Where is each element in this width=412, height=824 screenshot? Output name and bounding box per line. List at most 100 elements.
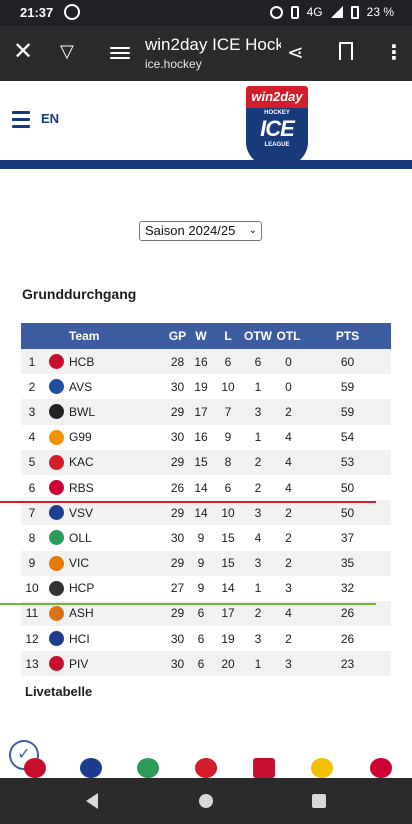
team-logo-icon[interactable] [253, 758, 275, 778]
row-l: 15 [221, 530, 235, 545]
row-l: 6 [224, 354, 232, 369]
bookmark-icon[interactable] [339, 42, 353, 60]
row-w: 6 [197, 656, 205, 671]
team-logo-icon[interactable] [311, 758, 333, 778]
row-otw: 1 [254, 656, 262, 671]
row-gp: 30 [170, 430, 185, 445]
share-icon[interactable]: ⋖ [287, 40, 304, 65]
header-w: W [195, 329, 207, 343]
row-otw: 4 [254, 530, 262, 545]
team-logo-icon [48, 429, 64, 445]
row-otw: 2 [254, 480, 262, 495]
team-logo-icon[interactable] [195, 758, 217, 778]
table-row[interactable]: 1 HCB 28 16 6 6 0 60 [21, 349, 391, 375]
row-w: 6 [197, 606, 205, 621]
back-icon[interactable] [86, 793, 98, 809]
team-logo-icon [48, 656, 64, 672]
row-rank: 9 [28, 556, 36, 571]
team-logo-cell [43, 379, 69, 395]
row-l: 20 [221, 656, 235, 671]
table-row[interactable]: 3 BWL 29 17 7 3 2 59 [21, 399, 391, 425]
live-table-link[interactable]: Livetabelle [25, 684, 92, 699]
row-rank: 4 [28, 430, 36, 445]
status-icons: 4G 23 % [269, 5, 394, 19]
row-gp: 30 [170, 379, 185, 394]
team-logo-cell [43, 605, 69, 621]
page-url: ice.hockey [145, 57, 202, 71]
close-icon[interactable]: ✕ [13, 40, 33, 64]
row-otl: 3 [285, 581, 292, 596]
site-settings-icon[interactable] [110, 44, 130, 62]
team-logo-icon [48, 580, 64, 596]
row-otw: 3 [254, 556, 262, 571]
table-row[interactable]: 4 G99 30 16 9 1 4 54 [21, 425, 391, 450]
team-logo-cell [43, 429, 69, 445]
row-team: HCB [69, 354, 95, 369]
row-rank: 3 [28, 404, 36, 419]
row-pts: 53 [340, 455, 355, 470]
row-l: 17 [221, 606, 235, 621]
row-pts: 59 [340, 379, 355, 394]
team-logo-icon[interactable] [80, 758, 102, 778]
team-logo-icon [48, 454, 64, 470]
row-otl: 2 [285, 631, 292, 646]
table-row[interactable]: 5 KAC 29 15 8 2 4 53 [21, 449, 391, 475]
row-gp: 28 [170, 354, 185, 369]
row-pts: 26 [340, 606, 355, 621]
row-team: RBS [69, 480, 94, 495]
language-switch[interactable]: EN [41, 111, 59, 126]
row-pts: 60 [340, 354, 355, 369]
recents-icon[interactable] [312, 794, 326, 808]
row-team: HCP [69, 581, 95, 596]
row-w: 9 [197, 581, 205, 596]
row-otw: 3 [254, 404, 262, 419]
row-pts: 32 [340, 581, 355, 596]
row-gp: 29 [170, 404, 185, 419]
row-pts: 50 [340, 480, 355, 495]
table-row[interactable]: 2 AVS 30 19 10 1 0 59 [21, 374, 391, 399]
logo-brand: win2day [246, 86, 308, 108]
table-row[interactable]: 7 VSV 29 14 10 3 2 50 [21, 500, 391, 526]
team-logo-icon [48, 505, 64, 521]
browser-toolbar: ✕ ▽ win2day ICE Hockey League ice.hockey… [0, 26, 412, 81]
table-header: Team GP W L OTW OTL PTS [21, 323, 391, 349]
row-otw: 6 [254, 354, 262, 369]
team-logo-icon [48, 605, 64, 621]
league-logo[interactable]: win2day HOCKEY ICE LEAGUE [246, 86, 308, 166]
row-otl: 2 [285, 505, 292, 520]
table-row[interactable]: 10 HCP 27 9 14 1 3 32 [21, 576, 391, 601]
row-otl: 0 [285, 379, 292, 394]
team-logo-cell [43, 480, 69, 496]
row-pts: 50 [340, 505, 355, 520]
season-select[interactable]: Saison 2024/25 ⌄ [139, 221, 262, 241]
table-row[interactable]: 8 OLL 30 9 15 4 2 37 [21, 525, 391, 550]
table-row[interactable]: 13 PIV 30 6 20 1 3 23 [21, 651, 391, 677]
team-logo-icon[interactable] [137, 758, 159, 778]
menu-icon[interactable] [12, 111, 30, 132]
table-row[interactable]: 12 HCI 30 6 19 3 2 26 [21, 626, 391, 651]
chevron-down-icon[interactable]: ▽ [60, 41, 74, 62]
page-title: win2day ICE Hockey League [145, 35, 281, 54]
team-logo-icon[interactable] [370, 758, 392, 778]
team-logo-icon[interactable] [24, 758, 46, 778]
team-logo-icon [48, 379, 64, 395]
row-l: 19 [221, 631, 235, 646]
table-row[interactable]: 9 VIC 29 9 15 3 2 35 [21, 550, 391, 576]
table-row[interactable]: 6 RBS 26 14 6 2 4 50 [21, 475, 391, 500]
section-title: Grunddurchgang [22, 286, 137, 302]
row-team: AVS [69, 379, 93, 394]
row-gp: 30 [170, 530, 185, 545]
more-options-icon[interactable]: ⋮ [384, 40, 404, 65]
row-team: BWL [69, 404, 96, 419]
home-icon[interactable] [199, 794, 213, 808]
row-gp: 29 [170, 556, 185, 571]
row-pts: 35 [340, 556, 355, 571]
row-otl: 3 [285, 656, 292, 671]
row-team: KAC [69, 455, 94, 470]
row-otl: 4 [285, 606, 292, 621]
alarm-icon [269, 5, 283, 19]
header-team: Team [69, 329, 100, 343]
header-divider [0, 160, 412, 169]
row-otw: 2 [254, 455, 262, 470]
team-logo-cell [43, 656, 69, 672]
